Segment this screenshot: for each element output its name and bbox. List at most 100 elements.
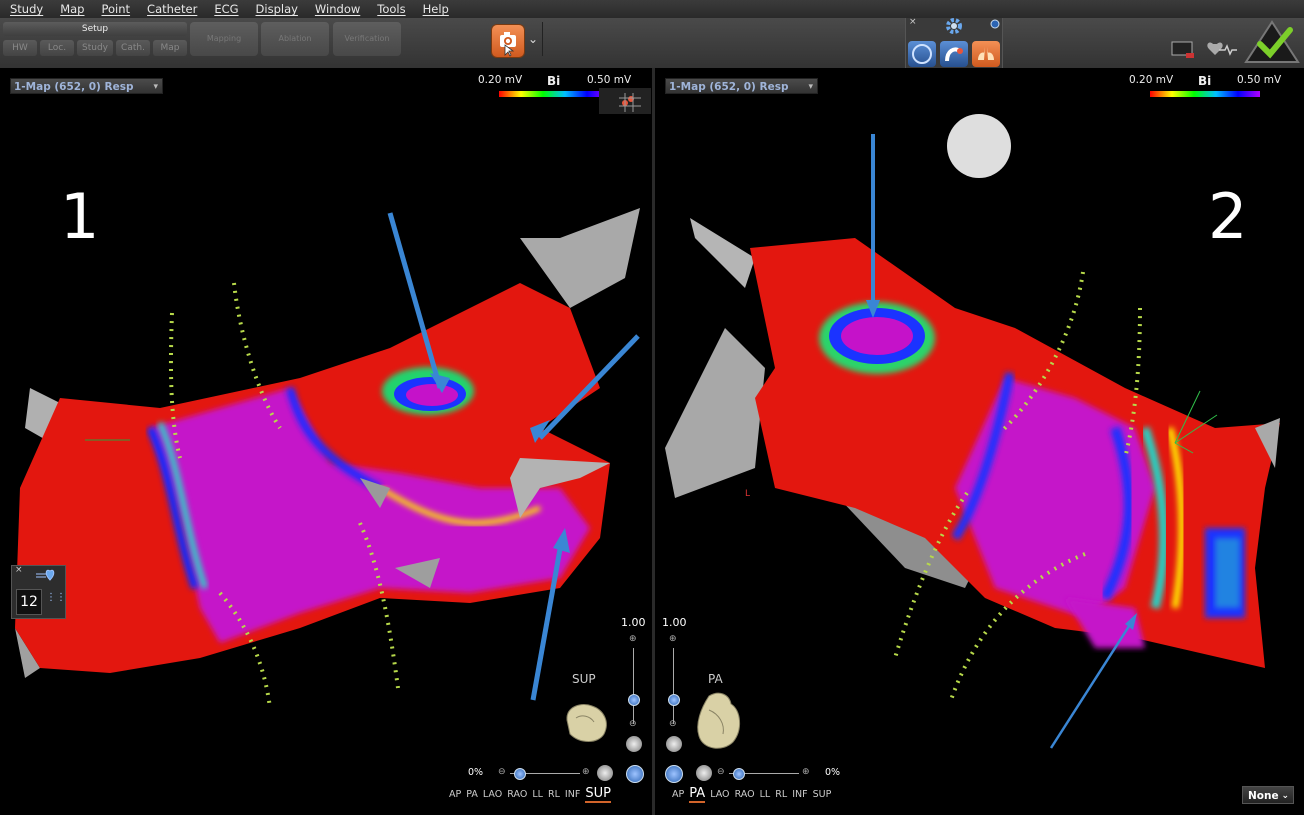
monitor-icon[interactable] xyxy=(1170,40,1196,60)
right-voltage-map-render[interactable] xyxy=(655,68,1304,815)
setup-loc-button[interactable]: Loc. xyxy=(40,40,74,56)
menu-window[interactable]: Window xyxy=(305,2,367,16)
view-ap[interactable]: AP xyxy=(449,789,461,800)
orientation-label: SUP xyxy=(572,672,596,686)
view-inf[interactable]: INF xyxy=(565,789,580,800)
opacity-reset-button[interactable] xyxy=(626,736,642,752)
map-select-value: 1-Map (652, 0) Resp xyxy=(669,81,789,93)
view-ll[interactable]: LL xyxy=(532,789,543,800)
opacity-plus-icon[interactable]: ⊕ xyxy=(629,634,637,644)
catheter-view-button[interactable] xyxy=(940,41,968,67)
gear-icon[interactable] xyxy=(944,16,964,36)
view-sup[interactable]: SUP xyxy=(813,789,832,800)
view-pa[interactable]: PA xyxy=(466,789,478,800)
menu-map[interactable]: Map xyxy=(50,2,91,16)
shell-icon xyxy=(912,44,932,64)
zoom-minus-icon[interactable]: ⊖ xyxy=(717,767,725,777)
voltage-colorbar[interactable] xyxy=(1150,91,1260,97)
view-dropdown-button[interactable] xyxy=(665,765,683,783)
catheter-widget[interactable]: × 12 ⋮⋮ xyxy=(11,565,66,619)
map-select-value: 1-Map (652, 0) Resp xyxy=(14,81,134,93)
zoom-percent: 0% xyxy=(468,767,484,778)
verification-button[interactable]: Verification xyxy=(333,22,401,56)
chevron-down-icon: ⌄ xyxy=(1281,791,1289,801)
view-lao[interactable]: LAO xyxy=(710,789,729,800)
none-dropdown-value: None xyxy=(1248,790,1279,802)
colorbar-min-label: 0.20 mV xyxy=(1129,74,1174,86)
zoom-slider-knob[interactable] xyxy=(514,768,526,780)
orientation-heart-icon[interactable] xyxy=(695,690,745,754)
menu-bar: Study Map Point Catheter ECG Display Win… xyxy=(0,0,1304,18)
view-rl[interactable]: RL xyxy=(548,789,560,800)
close-icon[interactable]: × xyxy=(909,17,917,27)
lungs-view-button[interactable] xyxy=(972,41,1000,67)
opacity-minus-icon[interactable]: ⊖ xyxy=(669,719,677,729)
menu-point[interactable]: Point xyxy=(91,2,137,16)
menu-catheter[interactable]: Catheter xyxy=(137,2,204,16)
view-inf[interactable]: INF xyxy=(792,789,807,800)
orientation-heart-icon[interactable] xyxy=(562,700,612,746)
menu-ecg[interactable]: ECG xyxy=(204,2,245,16)
catheter-icon xyxy=(945,47,963,62)
none-dropdown[interactable]: None ⌄ xyxy=(1242,786,1294,804)
mapping-button[interactable]: Mapping xyxy=(190,22,258,56)
heart-ecg-icon[interactable] xyxy=(1205,38,1237,60)
view-rao[interactable]: RAO xyxy=(735,789,755,800)
snapshot-camera-button[interactable] xyxy=(492,25,524,57)
setup-study-button[interactable]: Study xyxy=(77,40,113,56)
view-sup-current[interactable]: SUP xyxy=(585,786,611,803)
catheter-count[interactable]: 12 xyxy=(16,589,42,615)
setup-button[interactable]: Setup xyxy=(3,22,187,36)
menu-tools[interactable]: Tools xyxy=(367,2,412,16)
view-rao[interactable]: RAO xyxy=(507,789,527,800)
point-filter-icon[interactable] xyxy=(599,88,651,114)
camera-menu-chevron-icon[interactable]: ⌄ xyxy=(528,32,538,46)
view-lao[interactable]: LAO xyxy=(483,789,502,800)
chevron-down-icon: ▾ xyxy=(153,82,158,92)
panel-number: 1 xyxy=(60,180,100,253)
zoom-plus-icon[interactable]: ⊕ xyxy=(802,767,810,777)
opacity-slider-knob[interactable] xyxy=(668,694,680,706)
map-select-dropdown[interactable]: 1-Map (652, 0) Resp ▾ xyxy=(10,78,163,94)
voltage-colorbar[interactable] xyxy=(499,91,609,97)
setup-cath-button[interactable]: Cath. xyxy=(116,40,150,56)
colorbar-max-label: 0.50 mV xyxy=(587,74,632,86)
zoom-slider-knob[interactable] xyxy=(733,768,745,780)
opacity-value: 1.00 xyxy=(621,616,646,629)
right-3d-view[interactable]: L 1-Map (652, 0) Resp ▾ 0.20 mV Bi 0.50 … xyxy=(655,68,1304,815)
view-pa-current[interactable]: PA xyxy=(689,786,706,803)
camera-icon xyxy=(500,32,516,57)
opacity-reset-button[interactable] xyxy=(666,736,682,752)
opacity-minus-icon[interactable]: ⊖ xyxy=(629,719,637,729)
opacity-slider-track[interactable] xyxy=(633,648,634,724)
zoom-plus-icon[interactable]: ⊕ xyxy=(582,767,590,777)
view-ll[interactable]: LL xyxy=(760,789,771,800)
view-presets: AP PA LAO RAO LL RL INF SUP xyxy=(449,786,611,803)
setup-map-button[interactable]: Map xyxy=(153,40,187,56)
shell-view-button[interactable] xyxy=(908,41,936,67)
view-dropdown-button[interactable] xyxy=(626,765,644,783)
menu-study[interactable]: Study xyxy=(0,2,50,16)
setup-hw-button[interactable]: HW xyxy=(3,40,37,56)
zoom-reset-button[interactable] xyxy=(696,765,712,781)
pin-icon[interactable] xyxy=(990,19,1000,29)
colorbar-min-label: 0.20 mV xyxy=(478,74,523,86)
menu-help[interactable]: Help xyxy=(413,2,456,16)
verification-check-icon[interactable] xyxy=(1244,20,1300,64)
opacity-plus-icon[interactable]: ⊕ xyxy=(669,634,677,644)
zoom-percent: 0% xyxy=(825,767,841,778)
view-rl[interactable]: RL xyxy=(775,789,787,800)
ablation-button[interactable]: Ablation xyxy=(261,22,329,56)
zoom-minus-icon[interactable]: ⊖ xyxy=(498,767,506,777)
left-3d-view[interactable]: 1-Map (652, 0) Resp ▾ 0.20 mV Bi 0.50 mV… xyxy=(0,68,652,815)
orientation-label: PA xyxy=(708,672,723,686)
zoom-reset-button[interactable] xyxy=(597,765,613,781)
map-select-dropdown[interactable]: 1-Map (652, 0) Resp ▾ xyxy=(665,78,818,94)
panel-number: 2 xyxy=(1208,180,1248,253)
opacity-slider-knob[interactable] xyxy=(628,694,640,706)
menu-display[interactable]: Display xyxy=(246,2,305,16)
close-icon[interactable]: × xyxy=(15,565,23,575)
view-ap[interactable]: AP xyxy=(672,789,684,800)
opacity-slider-track[interactable] xyxy=(673,648,674,724)
grid-icon[interactable]: ⋮⋮ xyxy=(46,592,66,603)
